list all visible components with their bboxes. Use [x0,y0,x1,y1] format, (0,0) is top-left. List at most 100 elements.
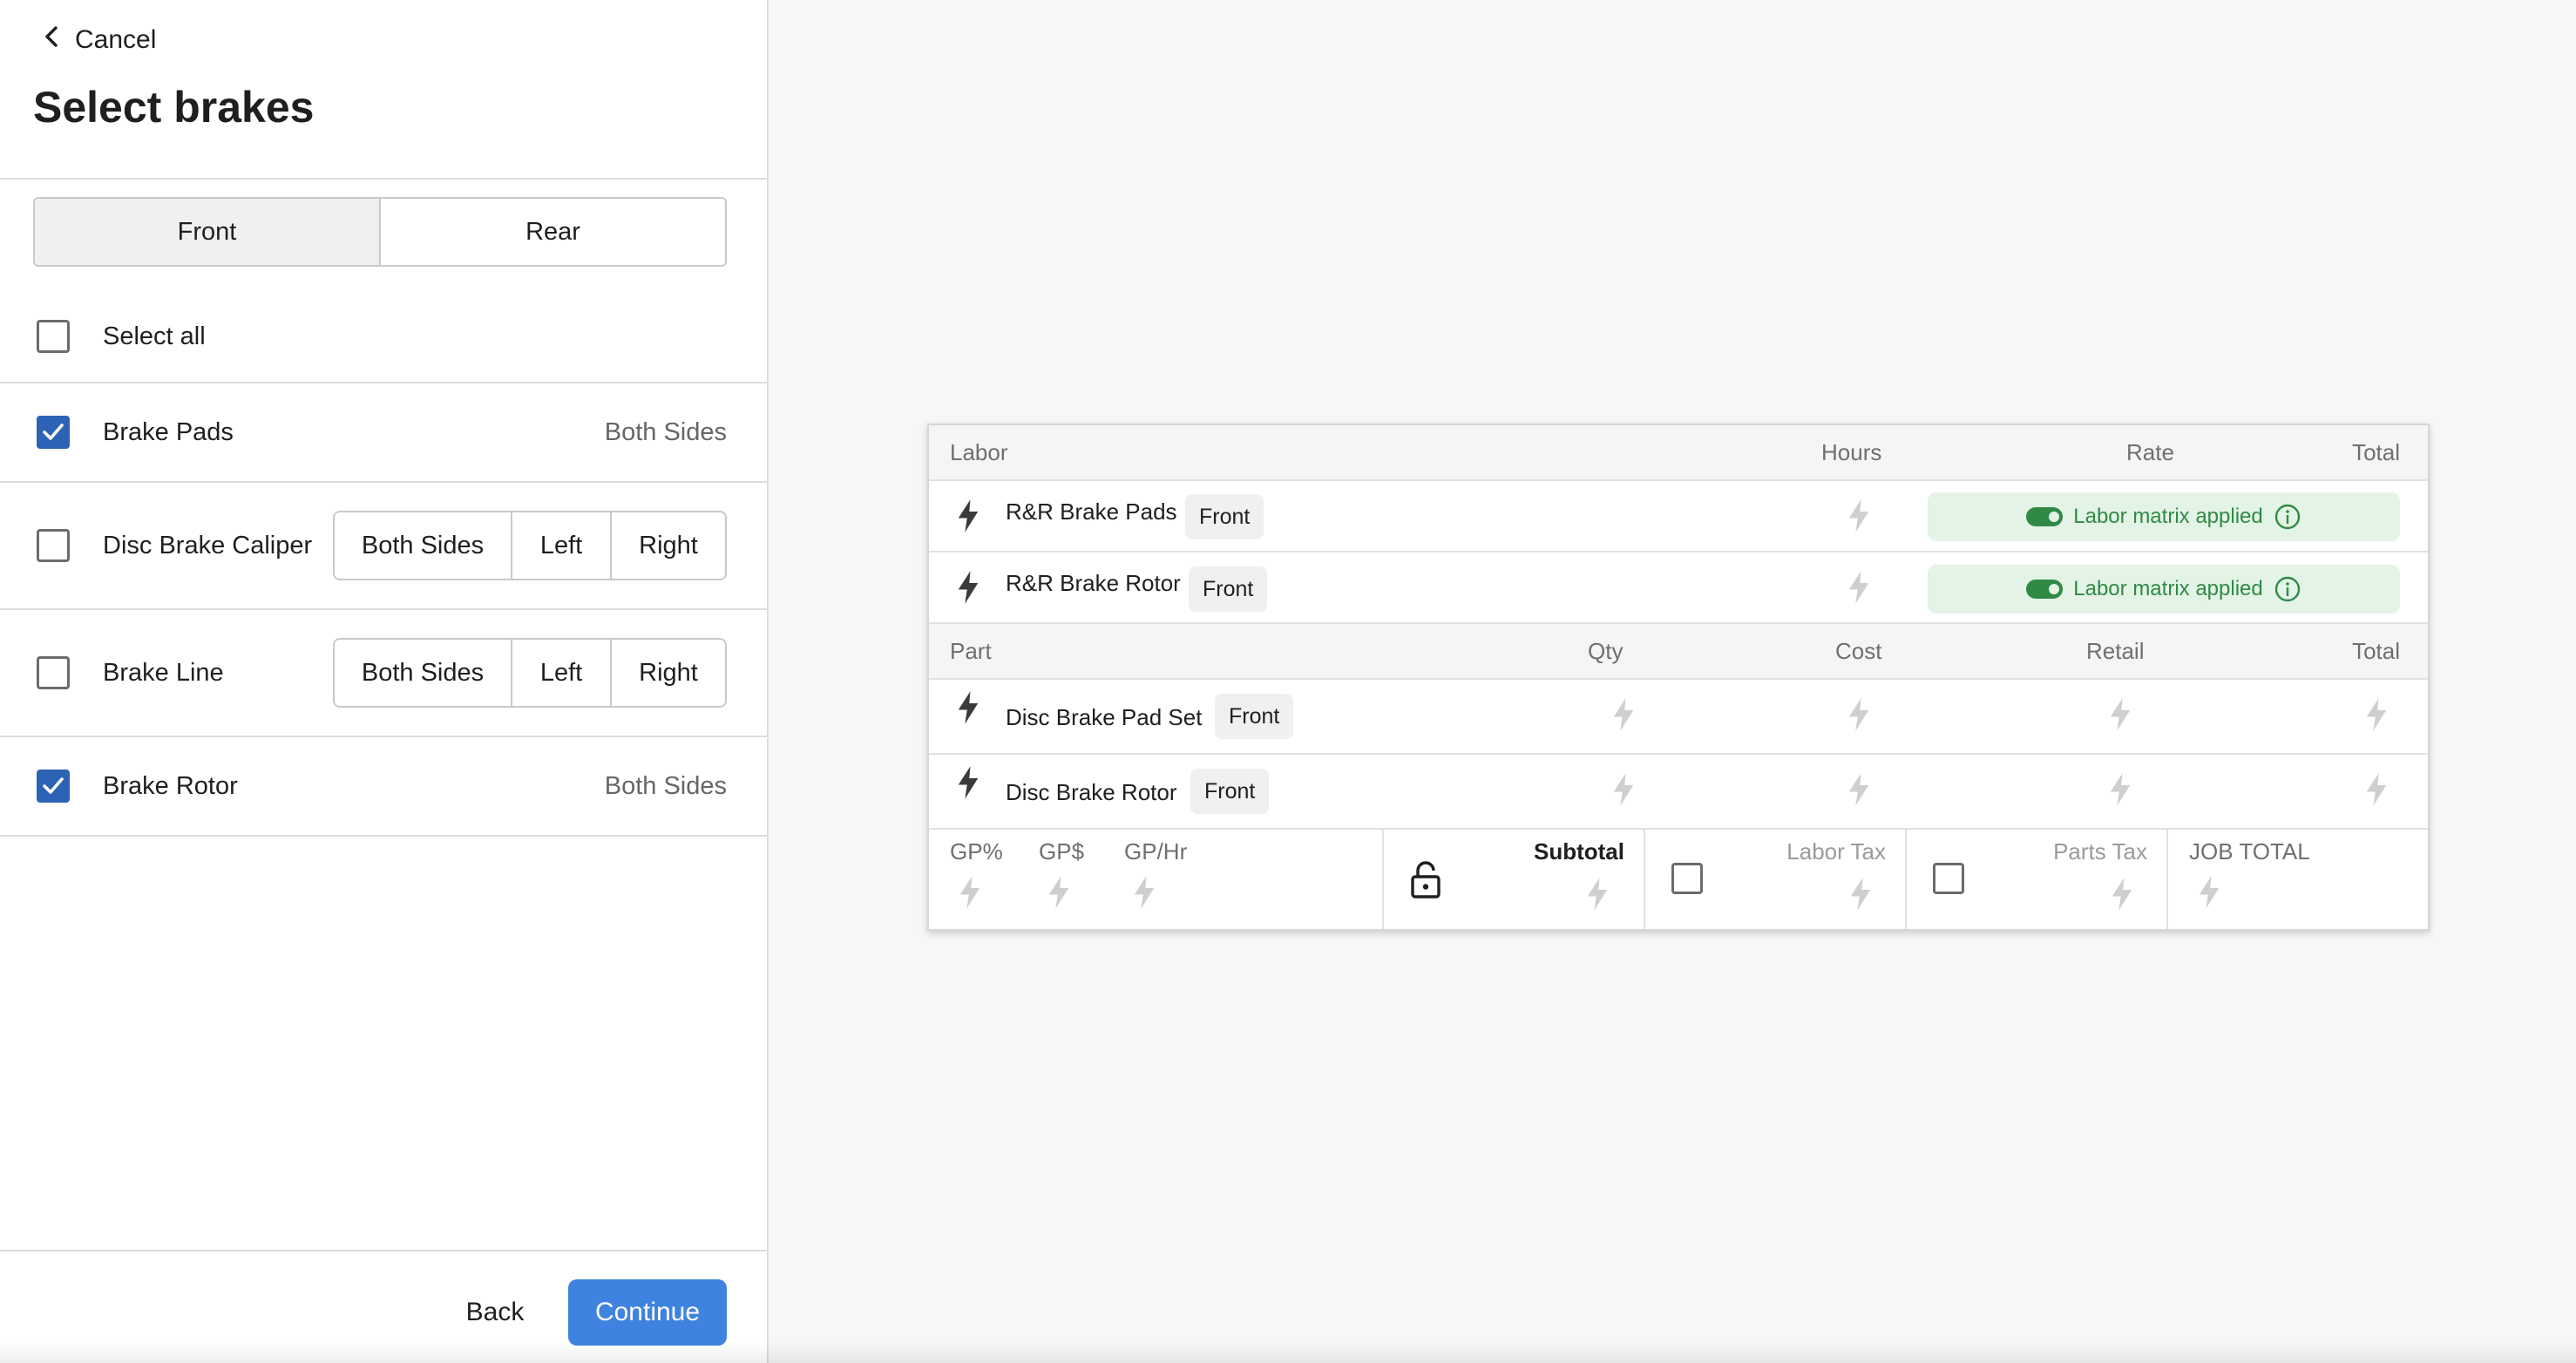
job-total-cell: JOB TOTAL [2166,828,2428,929]
caliper-right-button[interactable]: Right [610,512,725,579]
cost-column-header: Cost [1835,638,1882,664]
bolt-icon[interactable] [1610,697,1637,732]
brake-pads-label: Brake Pads [103,417,234,446]
bolt-icon[interactable] [955,570,981,605]
table-row: R&R Brake Rotor Front Labor matrix appli… [929,553,2428,624]
brake-pads-checkbox[interactable] [37,416,70,449]
bolt-icon[interactable] [957,875,983,910]
bolt-icon[interactable] [955,690,981,725]
job-estimate-card: Labor Hours Rate Total R&R Brake Pads Fr… [927,424,2430,931]
labor-matrix-label: Labor matrix applied [2073,577,2263,600]
gp-dollar-label: GP$ [1039,838,1085,865]
cancel-link[interactable]: Cancel [42,24,156,56]
labor-matrix-badge[interactable]: Labor matrix applied [1928,565,2400,614]
labor-matrix-badge[interactable]: Labor matrix applied [1928,492,2400,541]
select-all-checkbox[interactable] [37,320,70,353]
qty-column-header: Qty [1588,638,1624,664]
table-row: R&R Brake Pads Front Labor matrix applie… [929,481,2428,553]
footer-divider [0,1250,767,1251]
gross-profit-cell: GP% GP$ GP/Hr [929,828,1382,929]
list-item-brake-pads: Brake Pads Both Sides [0,383,767,481]
disc-brake-caliper-checkbox[interactable] [37,529,70,562]
part-item-name: Disc Brake Rotor [1006,779,1177,805]
labor-tax-cell: Labor Tax [1644,828,1905,929]
info-icon[interactable] [2274,575,2301,603]
bolt-icon[interactable] [1131,875,1157,910]
subtotal-label: Subtotal [1534,838,1624,865]
brake-rotor-checkbox[interactable] [37,770,70,803]
job-summary-row: GP% GP$ GP/Hr Subtotal Labor Tax Parts T… [929,828,2428,929]
bolt-icon[interactable] [1610,772,1637,807]
brake-line-right-button[interactable]: Right [610,640,725,706]
tab-front[interactable]: Front [35,199,379,265]
position-chip: Front [1189,566,1268,612]
list-item-disc-brake-caliper: Disc Brake Caliper Both Sides Left Right [0,483,767,608]
bolt-icon[interactable] [2109,877,2135,912]
tab-rear[interactable]: Rear [379,199,725,265]
bolt-icon[interactable] [2363,697,2390,732]
caliper-side-selector: Both Sides Left Right [333,511,727,580]
part-total-column-header: Total [2352,638,2400,664]
divider [0,835,767,837]
checkmark-icon [43,777,64,794]
disc-brake-caliper-label: Disc Brake Caliper [103,531,313,559]
bolt-icon[interactable] [2196,875,2222,910]
bolt-icon[interactable] [1846,570,1872,605]
brake-selection-panel: Cancel Select brakes Front Rear Select a… [0,0,769,1363]
divider [0,178,767,180]
parts-tax-checkbox[interactable] [1933,863,1964,894]
table-row: Disc Brake Rotor Front [929,755,2428,830]
bolt-icon[interactable] [955,498,981,533]
retail-column-header: Retail [2086,638,2145,664]
bolt-icon[interactable] [2107,697,2133,732]
brake-rotor-side: Both Sides [604,771,727,800]
caliper-left-button[interactable]: Left [511,512,610,579]
labor-item-name: R&R Brake Pads [1006,498,1177,525]
continue-button[interactable]: Continue [568,1279,727,1346]
job-total-label: JOB TOTAL [2189,838,2310,865]
brake-line-checkbox[interactable] [37,656,70,689]
part-header-row: Part Qty Cost Retail Total [929,624,2428,680]
axle-tabs: Front Rear [33,197,727,267]
bolt-icon[interactable] [1846,498,1872,533]
info-icon[interactable] [2274,503,2301,531]
bolt-icon[interactable] [1847,877,1874,912]
subtotal-cell: Subtotal [1382,828,1644,929]
part-column-header: Part [950,638,992,664]
parts-tax-cell: Parts Tax [1905,828,2166,929]
rate-column-header: Rate [2126,439,2174,465]
brake-line-side-selector: Both Sides Left Right [333,638,727,708]
unlocked-padlock-icon[interactable] [1408,861,1443,899]
toggle-icon [2026,580,2064,599]
select-all-row: Select all [0,291,767,382]
part-item-name: Disc Brake Pad Set [1006,704,1203,730]
back-button[interactable]: Back [453,1281,537,1344]
bolt-icon[interactable] [1846,697,1872,732]
parts-tax-label: Parts Tax [2053,838,2147,865]
chevron-left-icon [42,24,63,56]
bolt-icon[interactable] [1584,877,1610,912]
brake-line-both-sides-button[interactable]: Both Sides [335,640,511,706]
bolt-icon[interactable] [955,765,981,800]
table-row: Disc Brake Pad Set Front [929,680,2428,755]
bolt-icon[interactable] [1046,875,1072,910]
labor-tax-checkbox[interactable] [1671,863,1703,894]
brake-line-left-button[interactable]: Left [511,640,610,706]
list-item-brake-rotor: Brake Rotor Both Sides [0,737,767,835]
position-chip: Front [1185,494,1264,539]
select-all-label: Select all [103,322,206,350]
labor-column-header: Labor [950,439,1008,465]
brake-pads-side: Both Sides [604,417,727,446]
position-chip: Front [1215,694,1294,739]
labor-matrix-label: Labor matrix applied [2073,505,2263,528]
position-chip: Front [1190,769,1270,814]
labor-item-name: R&R Brake Rotor [1006,570,1181,596]
bolt-icon[interactable] [2363,772,2390,807]
labor-tax-label: Labor Tax [1786,838,1886,865]
bolt-icon[interactable] [2107,772,2133,807]
labor-total-column-header: Total [2352,439,2400,465]
cancel-label: Cancel [75,25,157,54]
bolt-icon[interactable] [1846,772,1872,807]
brake-rotor-label: Brake Rotor [103,771,238,800]
caliper-both-sides-button[interactable]: Both Sides [335,512,511,579]
